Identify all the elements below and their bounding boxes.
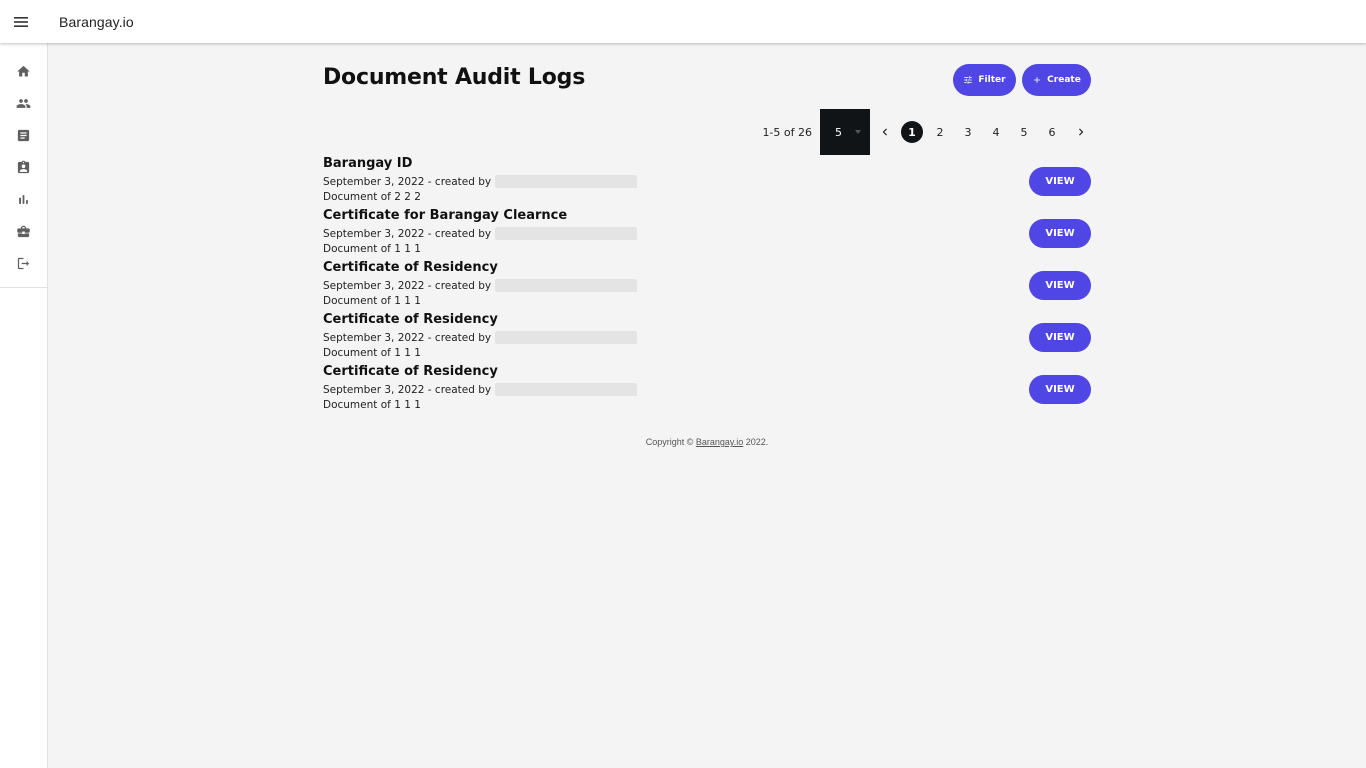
redacted-name <box>495 279 638 292</box>
pagination-range: 1-5 of 26 <box>762 125 812 139</box>
chevron-down-icon <box>855 130 861 134</box>
filter-button[interactable]: Filter <box>953 64 1016 96</box>
bar-chart-icon <box>19 194 28 204</box>
next-page-button[interactable] <box>1071 120 1091 144</box>
log-title: Certificate of Residency <box>323 364 498 379</box>
log-meta: September 3, 2022 - created by <box>323 227 638 240</box>
people-icon <box>16 98 31 108</box>
sidebar-item-home[interactable] <box>0 55 47 87</box>
previous-page-button[interactable] <box>875 120 895 144</box>
footer-suffix: 2022. <box>743 437 769 447</box>
list-item: Certificate of Residency September 3, 20… <box>323 364 1091 416</box>
log-meta: September 3, 2022 - created by <box>323 279 638 292</box>
redacted-name <box>495 175 638 188</box>
chevron-right-icon <box>1079 128 1084 136</box>
page-header: Document Audit Logs Filter Create 1-5 of… <box>323 43 1091 155</box>
sidebar-item-logout[interactable] <box>0 247 47 279</box>
sidebar <box>0 43 48 768</box>
sidebar-list <box>0 43 47 288</box>
log-title: Certificate of Residency <box>323 312 498 327</box>
rows-per-page-select[interactable]: 5 <box>820 109 870 155</box>
log-date-creator: September 3, 2022 - created by <box>323 383 492 396</box>
page-button-4[interactable]: 4 <box>985 121 1007 143</box>
list-item: Barangay ID September 3, 2022 - created … <box>323 156 1091 208</box>
app-bar: Barangay.io <box>0 0 1366 43</box>
briefcase-icon <box>17 225 30 237</box>
filter-button-label: Filter <box>978 75 1006 85</box>
log-title: Certificate for Barangay Clearnce <box>323 208 568 223</box>
log-meta: September 3, 2022 - created by <box>323 175 638 188</box>
log-date-creator: September 3, 2022 - created by <box>323 175 492 188</box>
view-button[interactable]: VIEW <box>1029 167 1091 196</box>
tune-icon <box>964 76 973 84</box>
page-button-3[interactable]: 3 <box>957 121 979 143</box>
home-icon <box>17 65 30 76</box>
log-document: Document of 1 1 1 <box>323 399 421 411</box>
log-meta: September 3, 2022 - created by <box>323 331 638 344</box>
list-item: Certificate of Residency September 3, 20… <box>323 260 1091 312</box>
redacted-name <box>495 331 638 344</box>
log-title: Certificate of Residency <box>323 260 498 275</box>
redacted-name <box>495 227 638 240</box>
footer-prefix: Copyright © <box>645 437 696 447</box>
chevron-left-icon <box>882 128 887 136</box>
view-button[interactable]: VIEW <box>1029 219 1091 248</box>
view-button[interactable]: VIEW <box>1029 271 1091 300</box>
list-item: Certificate of Residency September 3, 20… <box>323 312 1091 364</box>
view-button[interactable]: VIEW <box>1029 323 1091 352</box>
audit-log-list: Barangay ID September 3, 2022 - created … <box>323 156 1091 416</box>
page-button-6[interactable]: 6 <box>1041 121 1063 143</box>
sidebar-item-documents[interactable] <box>0 119 47 151</box>
page-title: Document Audit Logs <box>323 65 586 90</box>
sidebar-item-business[interactable] <box>0 215 47 247</box>
app-title[interactable]: Barangay.io <box>59 14 134 30</box>
log-date-creator: September 3, 2022 - created by <box>323 227 492 240</box>
list-item: Certificate for Barangay Clearnce Septem… <box>323 208 1091 260</box>
page-button-1[interactable]: 1 <box>901 121 923 143</box>
log-date-creator: September 3, 2022 - created by <box>323 279 492 292</box>
log-date-creator: September 3, 2022 - created by <box>323 331 492 344</box>
log-title: Barangay ID <box>323 156 413 171</box>
rows-per-page-value: 5 <box>835 125 842 139</box>
pagination: 1-5 of 26 5 1 2 3 4 5 6 <box>762 109 1091 155</box>
menu-button[interactable] <box>0 0 42 43</box>
log-document: Document of 1 1 1 <box>323 295 421 307</box>
create-button-label: Create <box>1047 75 1081 85</box>
sidebar-item-ids[interactable] <box>0 151 47 183</box>
main-content: Document Audit Logs Filter Create 1-5 of… <box>323 43 1091 447</box>
sidebar-item-reports[interactable] <box>0 183 47 215</box>
redacted-name <box>495 383 638 396</box>
plus-icon <box>1034 77 1041 83</box>
footer: Copyright © Barangay.io 2022. <box>323 437 1091 447</box>
page-button-5[interactable]: 5 <box>1013 121 1035 143</box>
create-button[interactable]: Create <box>1022 64 1091 96</box>
page-button-2[interactable]: 2 <box>929 121 951 143</box>
footer-link[interactable]: Barangay.io <box>696 437 743 447</box>
hamburger-menu-icon <box>14 16 28 27</box>
logout-icon <box>17 257 30 269</box>
view-button[interactable]: VIEW <box>1029 375 1091 404</box>
log-document: Document of 1 1 1 <box>323 347 421 359</box>
log-meta: September 3, 2022 - created by <box>323 383 638 396</box>
log-document: Document of 2 2 2 <box>323 191 421 203</box>
document-icon <box>17 129 30 141</box>
sidebar-item-residents[interactable] <box>0 87 47 119</box>
log-document: Document of 1 1 1 <box>323 243 421 255</box>
badge-icon <box>17 160 30 173</box>
